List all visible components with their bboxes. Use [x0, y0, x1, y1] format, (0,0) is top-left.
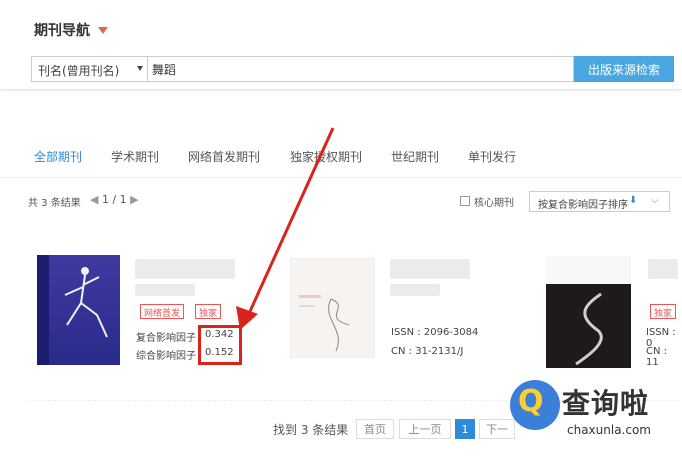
watermark-url: chaxunla.com [567, 423, 651, 437]
watermark-text: 查询啦 [562, 387, 650, 420]
first-page-button[interactable]: 首页 [356, 419, 394, 439]
next-page-button[interactable]: 下一 [479, 419, 515, 439]
page-1-button[interactable]: 1 [455, 419, 475, 439]
chaxunla-logo-icon: Q [510, 380, 560, 430]
found-count: 找到 3 条结果 [273, 423, 349, 437]
prev-page-button[interactable]: 上一页 [399, 419, 451, 439]
